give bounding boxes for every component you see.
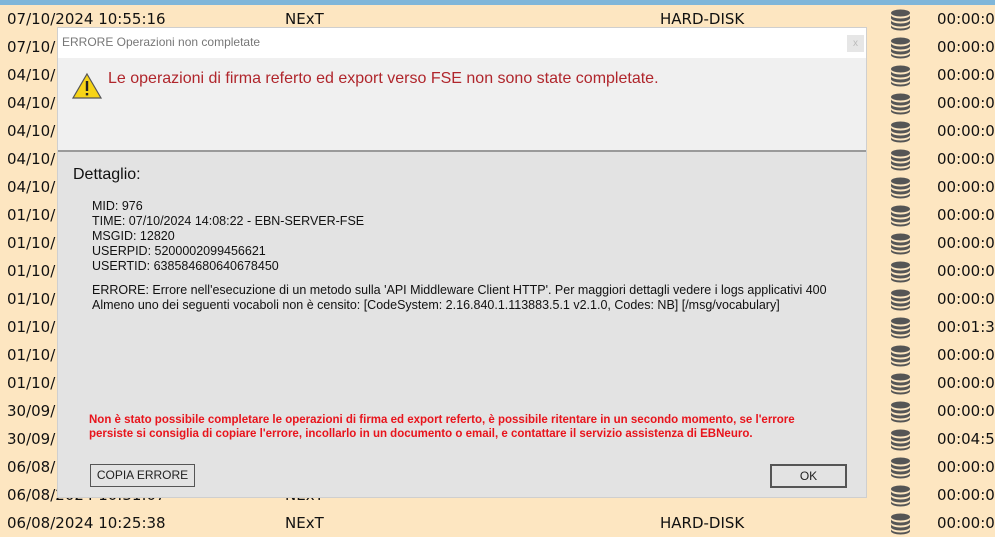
duration-cell: 00:04:5: [937, 430, 995, 448]
duration-cell: 00:00:0: [937, 234, 995, 252]
database-icon: [891, 149, 910, 171]
duration-cell: 00:00:0: [937, 178, 995, 196]
database-icon: [891, 37, 910, 59]
source-cell: NExT: [285, 514, 324, 532]
usertid: USERTID: 638584680640678450: [92, 259, 279, 273]
error-dialog: ERRORE Operazioni non completate x Le op…: [58, 28, 866, 497]
table-row[interactable]: 06/08/2024 10:25:38 NExT HARD-DISK 00:00:0: [0, 509, 995, 537]
duration-cell: 00:00:0: [937, 346, 995, 364]
database-icon: [891, 513, 910, 535]
date-cell: 07/10/: [7, 38, 56, 56]
date-cell: 01/10/: [7, 346, 56, 364]
duration-cell: 00:00:0: [937, 290, 995, 308]
date-cell: 04/10/: [7, 178, 56, 196]
error-notice: Non è stato possibile completare le oper…: [89, 414, 795, 440]
warning-icon: [71, 72, 103, 99]
database-icon: [891, 345, 910, 367]
close-button[interactable]: x: [847, 35, 864, 52]
date-cell: 30/09/: [7, 402, 56, 420]
database-icon: [891, 457, 910, 479]
dialog-message: Le operazioni di firma referto ed export…: [108, 70, 659, 87]
database-icon: [891, 65, 910, 87]
date-cell: 01/10/: [7, 290, 56, 308]
date-cell: 01/10/: [7, 206, 56, 224]
date-cell: 06/08/: [7, 458, 56, 476]
date-cell: 04/10/: [7, 66, 56, 84]
date-cell: 01/10/: [7, 318, 56, 336]
database-icon: [891, 289, 910, 311]
duration-cell: 00:00:0: [937, 66, 995, 84]
duration-cell: 00:01:3: [937, 318, 995, 336]
mid: MID: 976: [92, 199, 143, 213]
duration-cell: 00:00:0: [937, 206, 995, 224]
duration-cell: 00:00:0: [937, 262, 995, 280]
duration-cell: 00:00:0: [937, 38, 995, 56]
duration-cell: 00:00:0: [937, 374, 995, 392]
date-cell: 04/10/: [7, 122, 56, 140]
duration-cell: 00:00:0: [937, 402, 995, 420]
database-icon: [891, 233, 910, 255]
database-icon: [891, 401, 910, 423]
dialog-titlebar: ERRORE Operazioni non completate x: [58, 28, 866, 58]
dialog-header: Le operazioni di firma referto ed export…: [58, 58, 866, 152]
duration-cell: 00:00:0: [937, 150, 995, 168]
duration-cell: 00:00:0: [937, 486, 995, 504]
device-cell: HARD-DISK: [660, 514, 745, 532]
detail-info: MID: 976 TIME: 07/10/2024 14:08:22 - EBN…: [92, 199, 832, 274]
ok-button[interactable]: OK: [770, 464, 847, 488]
detail-label: Dettaglio:: [73, 166, 141, 183]
msgid: MSGID: 12820: [92, 229, 175, 243]
database-icon: [891, 485, 910, 507]
database-icon: [891, 429, 910, 451]
copy-error-button[interactable]: COPIA ERRORE: [90, 464, 195, 487]
error-text: ERRORE: Errore nell'esecuzione di un met…: [92, 283, 827, 312]
date-cell: 01/10/: [7, 234, 56, 252]
date-cell: 04/10/: [7, 94, 56, 112]
dialog-title: ERRORE Operazioni non completate: [62, 35, 261, 49]
date-cell: 01/10/: [7, 374, 56, 392]
database-icon: [891, 9, 910, 31]
database-icon: [891, 177, 910, 199]
duration-cell: 00:00:0: [937, 514, 995, 532]
duration-cell: 00:00:0: [937, 458, 995, 476]
database-icon: [891, 93, 910, 115]
date-cell: 04/10/: [7, 150, 56, 168]
userpid: USERPID: 5200002099456621: [92, 244, 266, 258]
date-cell: 06/08/2024 10:25:38: [7, 514, 166, 532]
duration-cell: 00:00:0: [937, 10, 995, 28]
date-cell: 07/10/2024 10:55:16: [7, 10, 166, 28]
database-icon: [891, 121, 910, 143]
source-cell: NExT: [285, 10, 324, 28]
database-icon: [891, 317, 910, 339]
date-cell: 01/10/: [7, 262, 56, 280]
database-icon: [891, 205, 910, 227]
duration-cell: 00:00:0: [937, 94, 995, 112]
device-cell: HARD-DISK: [660, 10, 745, 28]
database-icon: [891, 261, 910, 283]
date-cell: 30/09/: [7, 430, 56, 448]
duration-cell: 00:00:0: [937, 122, 995, 140]
time: TIME: 07/10/2024 14:08:22 - EBN-SERVER-F…: [92, 214, 365, 228]
database-icon: [891, 373, 910, 395]
